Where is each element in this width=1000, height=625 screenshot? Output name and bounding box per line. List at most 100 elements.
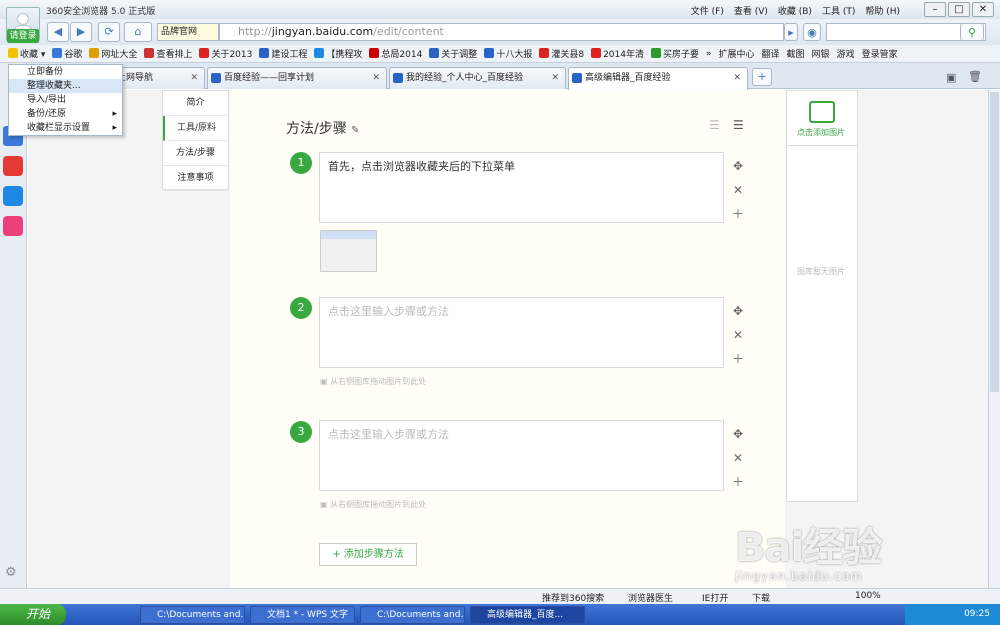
menu-view[interactable]: 查看 (V): [734, 4, 768, 17]
tab-huixiang[interactable]: 百度经验——回享计划 ✕: [207, 67, 387, 89]
bank-button[interactable]: 网银: [812, 47, 830, 60]
downloads[interactable]: 下载: [752, 591, 770, 604]
add-step-icon[interactable]: ＋: [732, 350, 744, 367]
fav-item[interactable]: 总局2014: [369, 47, 422, 60]
step-input[interactable]: 点击这里输入步骤或方法: [319, 297, 724, 368]
phone-icon[interactable]: [3, 186, 23, 206]
fav-item[interactable]: 十八大报: [484, 47, 532, 60]
home-button[interactable]: ⌂: [124, 22, 152, 42]
nav-notes[interactable]: 注意事项: [163, 166, 228, 191]
status-bar: 推荐到360搜索 浏览器医生 IE打开 下载 100%: [0, 588, 1000, 604]
close-tab-icon[interactable]: ✕: [733, 68, 741, 88]
task-explorer-2[interactable]: C:\Documents and...: [360, 606, 465, 624]
bullet-list-icon[interactable]: ☰: [733, 118, 744, 132]
menu-tools[interactable]: 工具 (T): [822, 4, 855, 17]
forward-button[interactable]: ▶: [70, 22, 92, 42]
fav-item[interactable]: 买房子要: [650, 47, 699, 60]
mail-icon[interactable]: [3, 216, 23, 236]
menu-favorites[interactable]: 收藏 (B): [778, 4, 812, 17]
fav-item[interactable]: 灌关县8: [539, 47, 584, 60]
menu-item-organize[interactable]: 整理收藏夹...: [9, 79, 122, 93]
maximize-button[interactable]: □: [948, 2, 970, 17]
minimize-button[interactable]: –: [924, 2, 946, 17]
login-button[interactable]: 请登录: [7, 29, 39, 43]
menu-item-display-settings[interactable]: 收藏栏显示设置 ▸: [9, 121, 122, 135]
clock: 09:25: [964, 609, 990, 619]
close-tab-icon[interactable]: ✕: [372, 68, 380, 88]
settings-gear-icon[interactable]: ⚙: [5, 565, 17, 580]
fav-item[interactable]: 网址大全: [89, 47, 137, 60]
games-button[interactable]: 游戏: [837, 47, 855, 60]
menu-help[interactable]: 帮助 (H): [865, 4, 900, 17]
nav-steps[interactable]: 方法/步骤: [163, 141, 228, 166]
trash-icon[interactable]: 🗑: [968, 70, 982, 83]
close-tab-icon[interactable]: ✕: [190, 68, 198, 88]
menu-item-backup-restore[interactable]: 备份/还原 ▸: [9, 107, 122, 121]
fav-item[interactable]: 建设工程: [259, 47, 307, 60]
more-icon[interactable]: »: [706, 49, 712, 59]
close-button[interactable]: ✕: [972, 2, 994, 17]
step-input[interactable]: 点击这里输入步骤或方法: [319, 420, 724, 491]
ie-open[interactable]: IE打开: [702, 591, 728, 604]
menu-item-import-export[interactable]: 导入/导出: [9, 93, 122, 107]
fav-item[interactable]: 查看排上: [144, 47, 192, 60]
url-input[interactable]: http://jingyan.baidu.com/edit/content: [219, 23, 784, 41]
star-icon: [8, 48, 18, 58]
step-number: 2: [290, 297, 312, 319]
url-go-icon[interactable]: ▸: [784, 23, 798, 41]
add-step-button[interactable]: + 添加步骤方法: [319, 543, 417, 566]
fav-item[interactable]: 关于2013: [199, 47, 252, 60]
zoom-level[interactable]: 100%: [855, 591, 881, 601]
task-browser[interactable]: 高级编辑器_百度...: [470, 606, 585, 624]
scrollbar-thumb[interactable]: [990, 92, 999, 392]
move-icon[interactable]: ✥: [732, 427, 744, 441]
fav-item[interactable]: 2014年清: [591, 47, 644, 60]
fav-item[interactable]: 【携程攻: [314, 47, 362, 60]
back-button[interactable]: ◀: [47, 22, 69, 42]
brand-site-button[interactable]: 品牌官网: [157, 23, 219, 41]
empty-library-text: 图库暂无图片: [797, 267, 845, 276]
address-toolbar: ◀ ▶ ⟳ ⌂ 品牌官网 http://jingyan.baidu.com/ed…: [0, 19, 1000, 45]
fav-item[interactable]: 谷歌: [52, 47, 82, 60]
tab-my-experience[interactable]: 我的经验_个人中心_百度经验 ✕: [389, 67, 566, 89]
move-icon[interactable]: ✥: [732, 159, 744, 173]
shield-icon[interactable]: ◉: [803, 23, 821, 41]
step-thumbnail[interactable]: [320, 230, 377, 272]
menu-item-backup-now[interactable]: 立即备份: [9, 65, 122, 79]
edit-pencil-icon[interactable]: ✎: [351, 125, 359, 136]
translate-button[interactable]: 翻译: [762, 47, 780, 60]
refresh-button[interactable]: ⟳: [98, 22, 120, 42]
nav-intro[interactable]: 简介: [163, 91, 228, 116]
new-tab-button[interactable]: +: [752, 68, 772, 86]
menu-file[interactable]: 文件 (F): [691, 4, 724, 17]
tab-editor[interactable]: 高级编辑器_百度经验 ✕: [568, 67, 748, 90]
step-input[interactable]: 首先，点击浏览器收藏夹后的下拉菜单: [319, 152, 724, 223]
submenu-arrow-icon: ▸: [112, 123, 117, 133]
title-bar: 360安全浏览器 5.0 正式版 文件 (F) 查看 (V) 收藏 (B) 工具…: [0, 0, 1000, 19]
close-tab-icon[interactable]: ✕: [551, 68, 559, 88]
extension-center[interactable]: 扩展中心: [719, 47, 755, 60]
screenshot-button[interactable]: 截图: [787, 47, 805, 60]
scrollbar[interactable]: [988, 90, 1000, 588]
recommend-360-search[interactable]: 推荐到360搜索: [542, 591, 604, 604]
login-manager[interactable]: 登录管家: [862, 47, 898, 60]
delete-step-icon[interactable]: ✕: [732, 451, 744, 465]
nav-tools[interactable]: 工具/原料: [163, 116, 228, 141]
add-step-icon[interactable]: ＋: [732, 205, 744, 222]
ordered-list-icon[interactable]: ☰: [709, 118, 720, 132]
add-step-icon[interactable]: ＋: [732, 473, 744, 490]
move-icon[interactable]: ✥: [732, 304, 744, 318]
start-button[interactable]: 开始: [0, 604, 66, 625]
restore-tab-icon[interactable]: ▣: [946, 71, 956, 84]
add-image-link[interactable]: 点击添加图片: [797, 127, 845, 138]
browser-doctor[interactable]: 浏览器医生: [628, 591, 673, 604]
add-image-icon[interactable]: [809, 101, 835, 123]
delete-step-icon[interactable]: ✕: [732, 328, 744, 342]
task-explorer-1[interactable]: C:\Documents and...: [140, 606, 245, 624]
delete-step-icon[interactable]: ✕: [732, 183, 744, 197]
task-wps[interactable]: 文档1 * - WPS 文字: [250, 606, 355, 624]
search-icon[interactable]: ⚲: [960, 23, 984, 41]
fav-item[interactable]: 关于调整: [429, 47, 477, 60]
favorites-menu[interactable]: 收藏 ▾: [8, 47, 45, 60]
weibo-icon[interactable]: [3, 156, 23, 176]
